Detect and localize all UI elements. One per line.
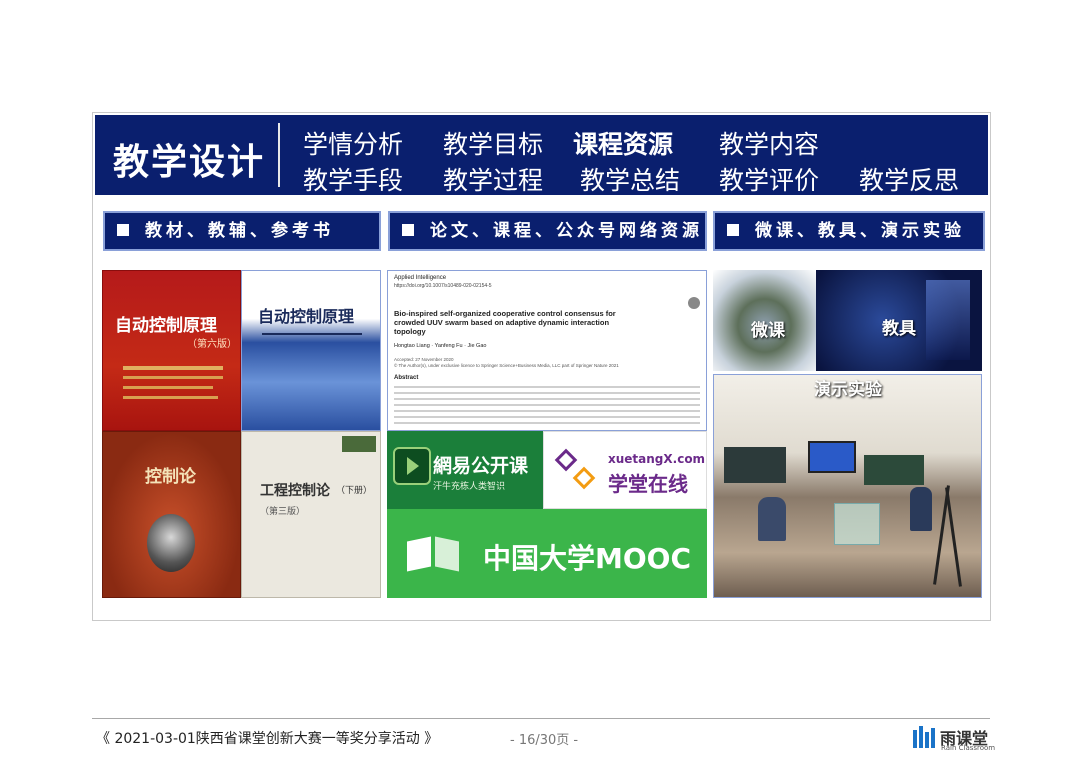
book-cover-engineering-cybernetics: 工程控制论 （下册） （第三版）: [241, 431, 381, 598]
book-volume: （下册）: [336, 486, 373, 496]
book-title: 自动控制原理: [258, 307, 355, 326]
portrait-image: [147, 514, 195, 572]
book-title: 自动控制原理: [115, 316, 217, 336]
xuetang-cn-name: 学堂在线: [608, 472, 688, 496]
category-demos: 微课、教具、演示实验: [713, 211, 985, 251]
book-cover-autocontrol-blue: 自动控制原理: [241, 270, 381, 431]
page-number: - 16/30页 -: [510, 733, 579, 748]
paper-license: © The Author(s), under exclusive licence…: [394, 363, 619, 368]
bullet-square-icon: [402, 223, 414, 236]
xuetang-domain: xuetangX.com: [608, 452, 706, 466]
paper-title: Bio-inspired self-organized cooperative …: [394, 309, 616, 336]
play-icon: [393, 447, 431, 485]
nav-xueqing[interactable]: 学情分析: [303, 125, 403, 161]
category-textbooks: 教材、教辅、参考书: [103, 211, 381, 251]
rain-classroom-logo-icon: [913, 726, 937, 750]
teaching-tools-label: 教具: [882, 319, 916, 339]
book-edition: （第六版）: [187, 339, 237, 350]
paper-abstract-heading: Abstract: [394, 375, 419, 381]
micro-course-image: 微课: [713, 270, 816, 371]
demonstration-lab-photo: 演示实验: [713, 374, 982, 598]
banner-divider: [278, 123, 280, 187]
section-title: 教学设计: [113, 142, 266, 183]
blackboard: [724, 447, 786, 483]
blackboard: [864, 455, 924, 485]
edition-tag: [342, 436, 376, 452]
book-cover-cybernetics: 控制论: [102, 431, 241, 598]
bullet-square-icon: [727, 223, 739, 236]
mooc-book-icon: [407, 535, 463, 573]
demo-experiment-label: 演示实验: [814, 380, 882, 400]
nav-shouduan[interactable]: 教学手段: [303, 161, 403, 197]
header-banner: 教学设计 学情分析 教学目标 课程资源 教学内容 教学手段 教学过程 教学总结 …: [95, 115, 988, 195]
paper-doi: https://doi.org/10.1007/s10489-020-02154…: [394, 283, 492, 289]
nav-ziyuan-active[interactable]: 课程资源: [573, 125, 673, 161]
nav-pingjia[interactable]: 教学评价: [719, 161, 819, 197]
nav-mubiao[interactable]: 教学目标: [443, 125, 543, 161]
book-cover-autocontrol-6th: 自动控制原理 （第六版）: [102, 270, 241, 431]
category-label: 微课、教具、演示实验: [755, 221, 965, 241]
book-title: 工程控制论: [260, 483, 330, 499]
book-title: 控制论: [145, 467, 196, 487]
footer-event-title: 《 2021-03-01陕西省课堂创新大赛一等奖分享活动 》: [96, 731, 439, 747]
footer-divider: [92, 718, 990, 719]
logo-subtitle: Rain Classroom: [941, 744, 996, 752]
springer-logo-icon: [688, 297, 700, 309]
experiment-tank: [834, 503, 880, 545]
netease-slogan: 汗牛充栋人类智识: [433, 482, 506, 492]
paper-authors: Hongtao Liang · Yanfeng Fu · Jie Gao: [394, 343, 487, 349]
book-edition: （第三版）: [260, 507, 306, 517]
teaching-tools-image: 教具: [816, 270, 982, 371]
netease-name: 網易公开课: [433, 455, 529, 477]
nav-fansi[interactable]: 教学反思: [859, 161, 959, 197]
classroom-screen: [808, 441, 856, 473]
mooc-name: 中国大学MOOC: [483, 542, 692, 575]
paper-journal: Applied Intelligence: [394, 275, 447, 281]
xuetang-x-icon: [554, 448, 596, 490]
category-label: 教材、教辅、参考书: [145, 221, 334, 241]
category-label: 论文、课程、公众号网络资源: [430, 221, 703, 241]
nav-guocheng[interactable]: 教学过程: [443, 161, 543, 197]
micro-course-label: 微课: [751, 321, 785, 341]
xuetangx-logo: xuetangX.com 学堂在线: [543, 431, 707, 509]
bullet-square-icon: [117, 223, 129, 236]
netease-open-course-logo: 網易公开课 汗牛充栋人类智识: [387, 431, 543, 509]
china-mooc-logo: 中国大学MOOC: [387, 509, 707, 598]
nav-neirong[interactable]: 教学内容: [719, 125, 819, 161]
nav-zongjie[interactable]: 教学总结: [580, 161, 680, 197]
slide: 教学设计 学情分析 教学目标 课程资源 教学内容 教学手段 教学过程 教学总结 …: [92, 112, 991, 621]
paper-accepted: Accepted: 27 November 2020: [394, 357, 454, 362]
research-paper-page: Applied Intelligence https://doi.org/10.…: [387, 270, 707, 431]
category-online-resources: 论文、课程、公众号网络资源: [388, 211, 707, 251]
